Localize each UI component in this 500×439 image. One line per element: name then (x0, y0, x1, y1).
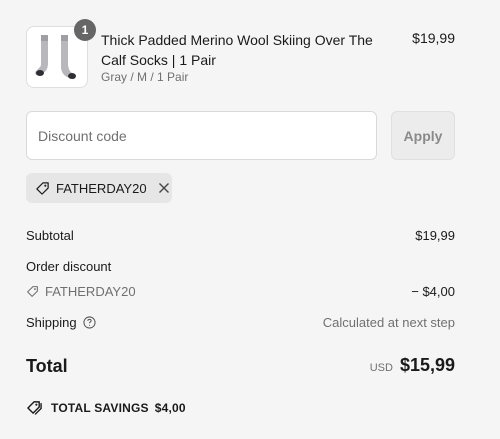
order-discount-value: − $4,00 (411, 284, 455, 299)
apply-discount-button[interactable]: Apply (391, 111, 455, 160)
savings-value: $4,00 (154, 400, 186, 415)
tag-icon (26, 285, 39, 298)
product-title: Thick Padded Merino Wool Skiing Over The… (101, 32, 373, 68)
applied-discount-chip: FATHERDAY20 (26, 173, 172, 203)
line-item: 1 Thick Padded Merino Wool Skiing Over T… (26, 19, 455, 90)
total-value: $15,99 (399, 355, 455, 375)
order-discount-code: FATHERDAY20 (45, 284, 136, 299)
quantity-badge: 1 (74, 19, 96, 41)
discount-code-input[interactable] (26, 111, 377, 160)
subtotal-label: Subtotal (26, 228, 74, 243)
applied-discount-code: FATHERDAY20 (56, 180, 147, 196)
shipping-value: Calculated at next step (322, 315, 455, 330)
subtotal-row: Subtotal $19,99 (26, 228, 455, 243)
order-discount-label: Order discount (26, 259, 112, 274)
subtotal-value: $19,99 (415, 228, 455, 243)
total-row: Total USD $15,99 (26, 355, 455, 381)
tag-icon (35, 181, 50, 196)
product-variant: Gray / M / 1 Pair (101, 70, 189, 84)
order-discount-row: Order discount (26, 259, 455, 274)
order-discount-code-row: FATHERDAY20 − $4,00 (26, 284, 455, 299)
savings-tag-icon (26, 400, 43, 415)
savings-label: TOTAL SAVINGS (51, 400, 149, 415)
order-summary: 1 Thick Padded Merino Wool Skiing Over T… (0, 0, 500, 439)
total-label: Total (26, 356, 68, 376)
total-currency: USD (369, 362, 393, 374)
shipping-row: Shipping Calculated at next step (26, 315, 455, 330)
close-icon (158, 183, 169, 193)
help-icon[interactable] (83, 316, 96, 329)
product-price: $19,99 (412, 30, 455, 46)
total-savings: TOTAL SAVINGS $4,00 (26, 400, 186, 415)
shipping-label: Shipping (26, 315, 77, 330)
remove-discount-button[interactable] (157, 181, 171, 195)
